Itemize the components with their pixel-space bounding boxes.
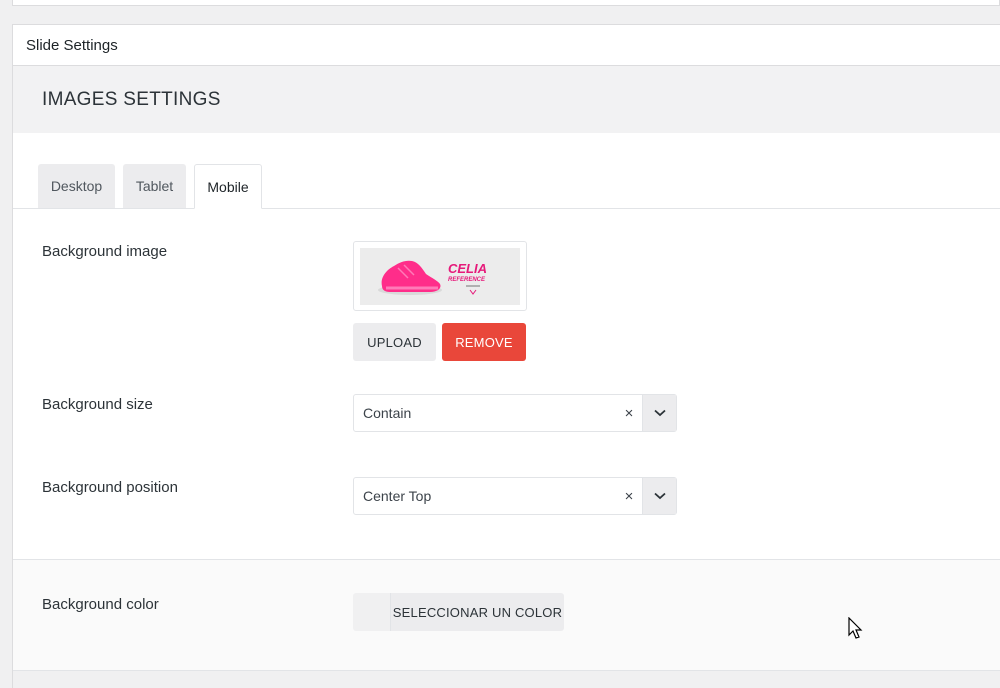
tab-mobile[interactable]: Mobile xyxy=(194,164,262,209)
background-size-select[interactable]: Contain × xyxy=(353,394,677,432)
mouse-cursor-icon xyxy=(848,617,863,639)
background-color-row: Background color xyxy=(42,596,159,614)
panel-header[interactable]: Slide Settings xyxy=(13,25,1000,66)
upload-button[interactable]: UPLOAD xyxy=(353,323,436,361)
tab-tablet[interactable]: Tablet xyxy=(123,164,186,208)
shoe-image-icon: CELIA REFERENCE xyxy=(360,248,520,305)
background-size-row: Background size xyxy=(42,396,153,414)
svg-text:CELIA: CELIA xyxy=(448,261,487,276)
background-size-dropdown-toggle[interactable] xyxy=(642,395,676,431)
background-color-label: Background color xyxy=(42,596,159,613)
background-image-preview[interactable]: CELIA REFERENCE xyxy=(353,241,527,311)
remove-button[interactable]: REMOVE xyxy=(442,323,526,361)
background-image-label: Background image xyxy=(42,243,168,260)
background-position-label: Background position xyxy=(42,479,178,496)
background-image-row: Background image xyxy=(42,243,167,261)
color-swatch xyxy=(353,593,391,631)
section-header: IMAGES SETTINGS xyxy=(13,66,1000,133)
background-position-value: Center Top xyxy=(363,488,432,504)
color-picker-label: SELECCIONAR UN COLOR xyxy=(391,593,564,631)
background-position-dropdown-toggle[interactable] xyxy=(642,478,676,514)
slide-settings-panel: Slide Settings IMAGES SETTINGS Desktop T… xyxy=(12,24,1000,688)
chevron-down-icon xyxy=(653,492,666,500)
background-position-clear-icon[interactable]: × xyxy=(616,488,642,505)
section-title: IMAGES SETTINGS xyxy=(42,88,221,110)
background-size-clear-icon[interactable]: × xyxy=(616,405,642,422)
tab-desktop[interactable]: Desktop xyxy=(38,164,115,208)
tab-mobile-label: Mobile xyxy=(207,178,249,195)
tab-desktop-label: Desktop xyxy=(50,178,103,194)
panel-title: Slide Settings xyxy=(26,36,118,54)
chevron-down-icon xyxy=(653,409,666,417)
background-position-row: Background position xyxy=(42,479,178,497)
svg-text:REFERENCE: REFERENCE xyxy=(448,277,486,283)
top-strip xyxy=(0,0,1000,24)
upload-button-label: UPLOAD xyxy=(367,334,422,350)
bottom-bar xyxy=(13,670,1000,688)
previous-panel-edge xyxy=(12,0,1000,6)
background-position-select[interactable]: Center Top × xyxy=(353,477,677,515)
background-size-value: Contain xyxy=(363,405,412,421)
device-tabs: Desktop Tablet Mobile xyxy=(13,133,1000,209)
tab-tablet-label: Tablet xyxy=(135,178,174,194)
remove-button-label: REMOVE xyxy=(455,334,513,350)
preview-image: CELIA REFERENCE xyxy=(360,248,520,305)
color-picker-button[interactable]: SELECCIONAR UN COLOR xyxy=(353,593,564,631)
background-size-label: Background size xyxy=(42,396,153,413)
